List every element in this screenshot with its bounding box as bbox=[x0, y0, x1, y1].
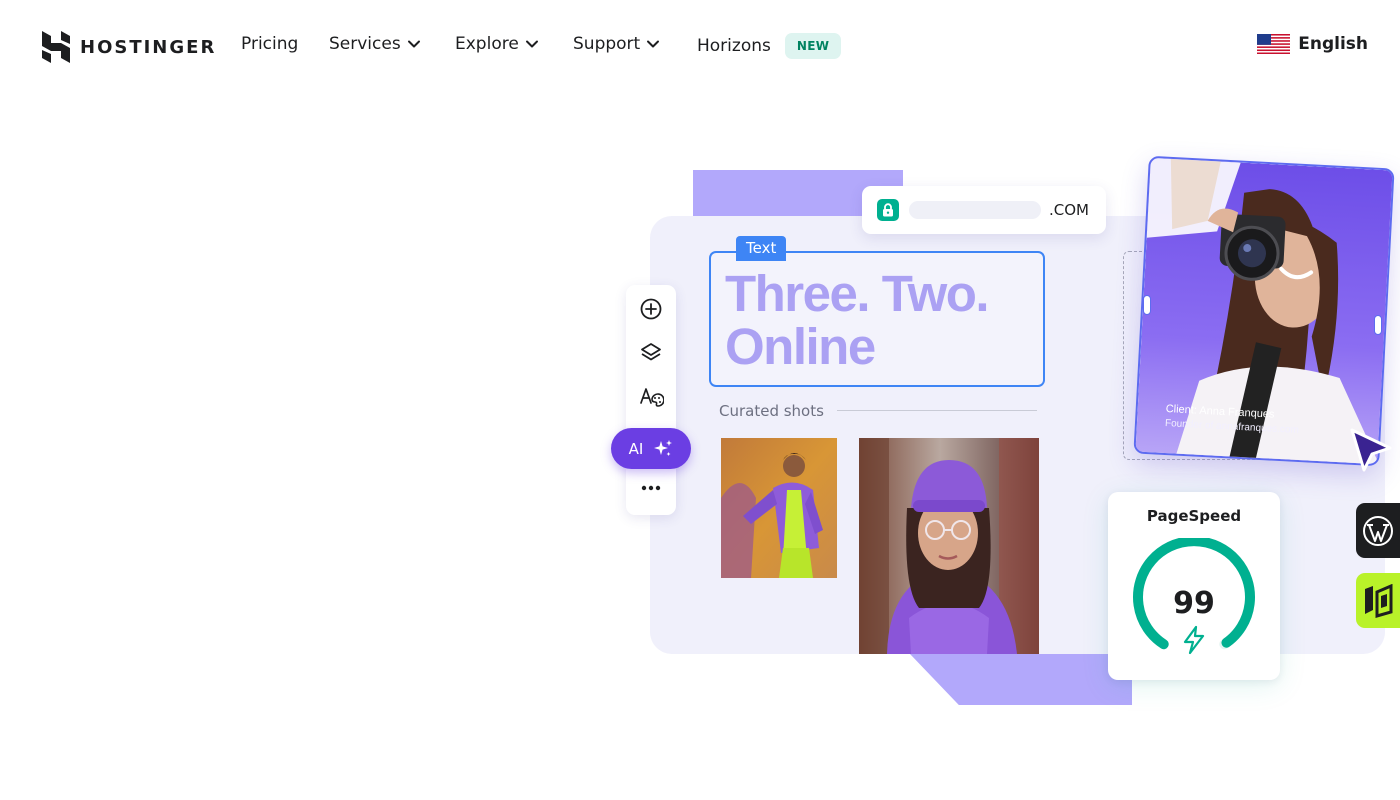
cursor-pointer-icon bbox=[1350, 428, 1392, 472]
lock-icon bbox=[877, 199, 899, 221]
resize-handle-left[interactable] bbox=[1143, 295, 1151, 315]
more-horizontal-icon bbox=[641, 485, 661, 491]
headline-line-1: Three. Two. bbox=[725, 265, 990, 322]
nav-explore[interactable]: Explore bbox=[455, 34, 539, 54]
plus-circle-icon bbox=[640, 298, 662, 320]
website-builder-icon bbox=[1365, 583, 1393, 618]
pagespeed-score: 99 bbox=[1173, 586, 1215, 621]
headline-line-2: Online bbox=[725, 318, 876, 375]
nav-horizons[interactable]: Horizons NEW bbox=[697, 33, 842, 59]
wordpress-tile[interactable] bbox=[1356, 503, 1400, 558]
nav-explore-label: Explore bbox=[455, 34, 519, 54]
text-element-tag: Text bbox=[736, 236, 787, 261]
nav-horizons-label: Horizons bbox=[697, 36, 771, 56]
hostinger-logo-icon bbox=[42, 31, 70, 63]
domain-tld: .COM bbox=[1049, 201, 1089, 219]
gallery-photo-man[interactable] bbox=[721, 438, 837, 578]
chevron-down-icon bbox=[647, 40, 660, 48]
ai-assistant-button[interactable]: AI bbox=[611, 428, 691, 469]
chevron-down-icon bbox=[525, 40, 538, 48]
wordpress-icon bbox=[1363, 515, 1393, 546]
typography-palette-icon bbox=[640, 388, 664, 407]
nav-services[interactable]: Services bbox=[329, 34, 421, 54]
nav-pricing[interactable]: Pricing bbox=[241, 34, 298, 54]
add-element-button[interactable] bbox=[638, 296, 664, 322]
more-options-button[interactable] bbox=[638, 475, 664, 501]
gallery-photo-woman[interactable] bbox=[859, 438, 1039, 654]
layers-button[interactable] bbox=[638, 340, 664, 366]
nav-pricing-label: Pricing bbox=[241, 34, 299, 54]
layers-icon bbox=[641, 343, 661, 361]
decor-shape-bottom bbox=[910, 654, 1132, 705]
styles-button[interactable] bbox=[638, 385, 664, 411]
language-selector[interactable]: English bbox=[1257, 34, 1368, 54]
domain-url-bar[interactable]: .COM bbox=[862, 186, 1106, 234]
editor-toolbar bbox=[626, 285, 676, 515]
website-builder-tile[interactable] bbox=[1356, 573, 1400, 628]
headline-text-block[interactable]: Three. Two. Online bbox=[709, 251, 1045, 387]
section-divider bbox=[837, 410, 1037, 411]
curated-shots-label: Curated shots bbox=[719, 402, 824, 420]
chevron-down-icon bbox=[407, 40, 420, 48]
us-flag-icon bbox=[1257, 34, 1291, 54]
domain-placeholder bbox=[909, 201, 1041, 219]
new-badge: NEW bbox=[784, 33, 842, 59]
top-navigation: HOSTINGER Pricing Services Explore Suppo… bbox=[0, 0, 1400, 94]
brand-name: HOSTINGER bbox=[80, 36, 217, 58]
nav-services-label: Services bbox=[329, 34, 401, 54]
brand-logo[interactable]: HOSTINGER bbox=[42, 31, 216, 63]
client-portrait-card[interactable]: Client: Anna Franques Founder of annafra… bbox=[1133, 155, 1395, 467]
nav-support[interactable]: Support bbox=[573, 34, 660, 54]
pagespeed-card: PageSpeed 99 bbox=[1108, 492, 1280, 680]
fashion-photo-image bbox=[721, 438, 837, 578]
pagespeed-title: PageSpeed bbox=[1146, 507, 1242, 525]
nav-support-label: Support bbox=[573, 34, 641, 54]
portrait-photo-image bbox=[859, 438, 1039, 654]
language-label: English bbox=[1298, 34, 1368, 54]
page: HOSTINGER Pricing Services Explore Suppo… bbox=[0, 0, 1400, 800]
ai-label: AI bbox=[628, 439, 644, 458]
resize-handle-right[interactable] bbox=[1374, 315, 1382, 335]
lightning-bolt-icon bbox=[1183, 625, 1205, 655]
sparkle-icon bbox=[654, 439, 673, 456]
